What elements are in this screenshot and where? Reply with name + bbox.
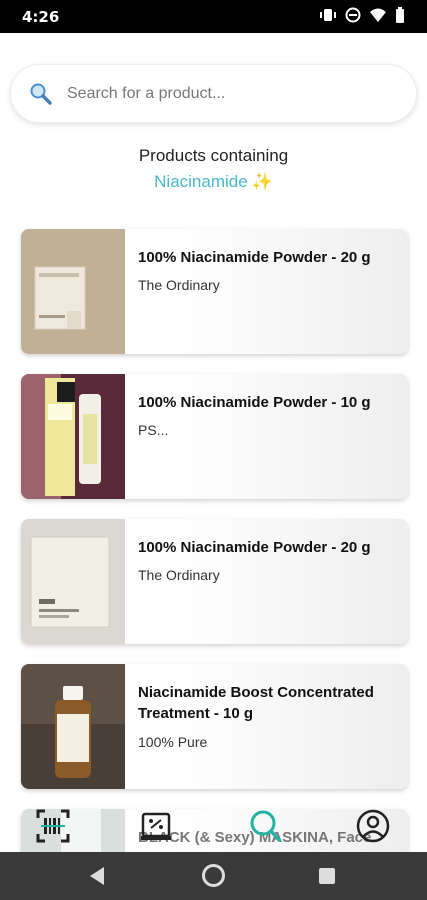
sparkle-icon: ✨ bbox=[251, 172, 273, 191]
product-title: 100% Niacinamide Powder - 20 g bbox=[138, 539, 371, 556]
ingredient-name: Niacinamide bbox=[154, 172, 248, 191]
compare-tab[interactable] bbox=[139, 808, 179, 848]
status-time: 4:26 bbox=[22, 8, 60, 26]
scan-tab[interactable] bbox=[35, 808, 75, 848]
search-icon bbox=[29, 82, 53, 106]
wifi-icon bbox=[369, 7, 387, 28]
bottom-navigation bbox=[0, 808, 427, 852]
ingredient-line: Niacinamide ✨ bbox=[0, 172, 427, 192]
product-image bbox=[21, 519, 125, 644]
dnd-icon bbox=[345, 7, 361, 28]
product-title: 100% Niacinamide Powder - 10 g bbox=[138, 394, 371, 411]
barcode-scan-icon bbox=[36, 809, 70, 843]
product-brand: The Ordinary bbox=[138, 277, 220, 293]
user-icon bbox=[356, 809, 390, 843]
product-title: Niacinamide Boost Concentrated Treatment… bbox=[138, 684, 374, 722]
product-card[interactable]: Niacinamide Boost Concentrated Treatment… bbox=[21, 664, 408, 789]
search-bar[interactable] bbox=[10, 64, 417, 123]
heading-label: Products containing bbox=[138, 146, 289, 165]
product-brand: The Ordinary bbox=[138, 567, 220, 583]
recent-apps-icon[interactable] bbox=[319, 868, 335, 884]
results-heading: Products containing Niacinamide ✨ bbox=[0, 146, 427, 192]
product-image bbox=[21, 664, 125, 789]
search-icon bbox=[250, 810, 281, 842]
product-brand: PS... bbox=[138, 422, 169, 438]
product-image bbox=[21, 229, 125, 354]
profile-tab[interactable] bbox=[355, 808, 395, 848]
search-tab[interactable] bbox=[247, 808, 287, 848]
search-input[interactable] bbox=[67, 79, 397, 109]
battery-icon bbox=[395, 7, 405, 28]
product-image bbox=[21, 374, 125, 499]
status-icons bbox=[319, 7, 405, 28]
status-bar: 4:26 bbox=[0, 0, 427, 33]
product-card[interactable]: 100% Niacinamide Powder - 20 g The Ordin… bbox=[21, 519, 408, 644]
back-icon[interactable] bbox=[90, 867, 104, 885]
product-card[interactable]: 100% Niacinamide Powder - 20 g The Ordin… bbox=[21, 229, 408, 354]
product-card[interactable]: 100% Niacinamide Powder - 10 g PS... bbox=[21, 374, 408, 499]
home-icon[interactable] bbox=[202, 864, 225, 887]
system-navigation-bar bbox=[0, 852, 427, 900]
compare-icon bbox=[141, 812, 171, 840]
vibrate-icon bbox=[319, 7, 337, 28]
product-brand: 100% Pure bbox=[138, 734, 208, 750]
product-title: 100% Niacinamide Powder - 20 g bbox=[138, 249, 371, 266]
